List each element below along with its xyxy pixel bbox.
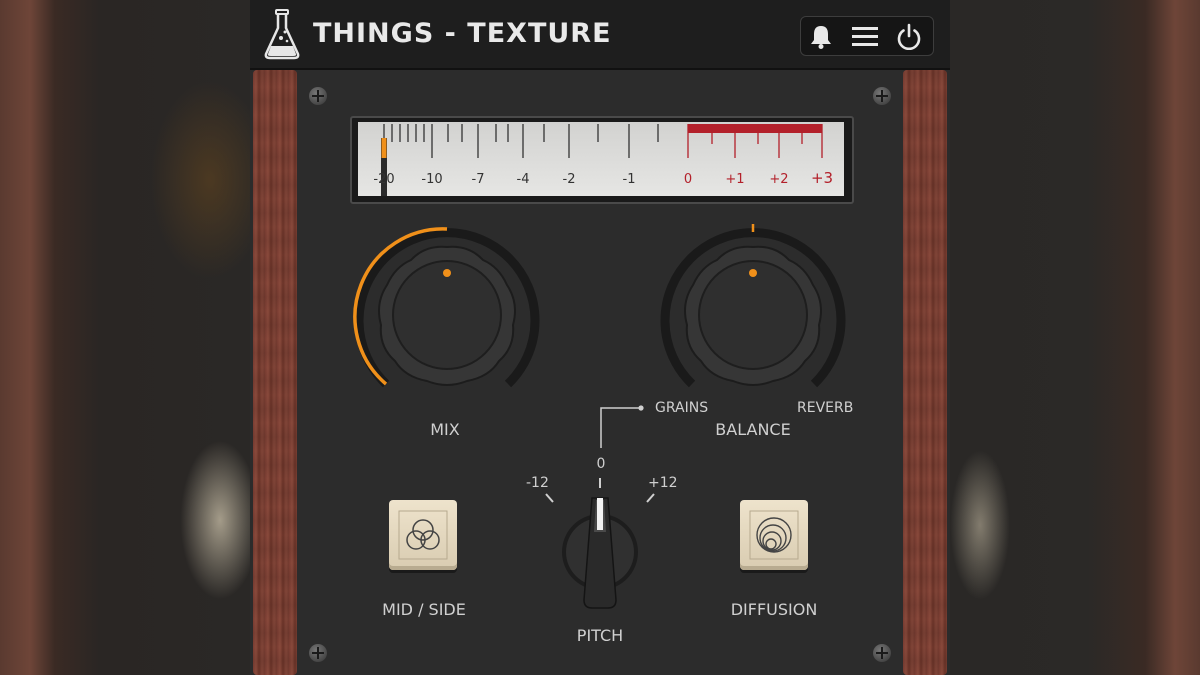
pitch-grains-connector — [600, 405, 644, 448]
meter-label: -4 — [517, 172, 530, 187]
diffusion-label: DIFFUSION — [730, 600, 818, 619]
mid-side-icon — [398, 510, 448, 560]
plugin-header: THINGS - TEXTURE — [250, 0, 950, 70]
mid-side-label: MID / SIDE — [382, 600, 466, 619]
balance-knob[interactable] — [648, 214, 858, 404]
screw-icon — [309, 87, 327, 105]
balance-reverb-label: REVERB — [797, 400, 854, 416]
bell-icon[interactable] — [806, 22, 836, 50]
wood-side-panel-left — [253, 70, 297, 675]
balance-grains-label: GRAINS — [655, 400, 709, 416]
screw-icon — [309, 644, 327, 662]
background-glow — [950, 450, 1010, 600]
header-button-group — [800, 16, 934, 56]
diffusion-button[interactable] — [740, 500, 808, 570]
meter-label: -2 — [563, 172, 576, 187]
plugin-title: THINGS - TEXTURE — [313, 18, 612, 49]
background-glow — [180, 440, 260, 600]
screw-icon — [873, 644, 891, 662]
meter-label: -7 — [472, 172, 485, 187]
meter-label: -1 — [623, 172, 636, 187]
screw-icon — [873, 87, 891, 105]
wood-side-panel-right — [903, 70, 947, 675]
vu-meter: -20 -10 -7 -4 -2 -1 0 +1 +2 +3 — [350, 116, 854, 204]
meter-label: -20 — [373, 172, 394, 187]
mix-label: MIX — [430, 420, 460, 439]
meter-label: +3 — [811, 169, 833, 187]
diffusion-icon — [749, 510, 799, 560]
plugin-window: THINGS - TEXTURE -20 -10 -7 -4 -2 -1 0 +… — [250, 0, 950, 675]
pitch-label: PITCH — [576, 626, 624, 645]
meter-label: 0 — [684, 172, 692, 187]
balance-label: BALANCE — [715, 420, 791, 439]
mid-side-button[interactable] — [389, 500, 457, 570]
meter-label: +2 — [769, 172, 788, 187]
meter-label: -10 — [421, 172, 442, 187]
menu-icon[interactable] — [850, 22, 880, 50]
flask-logo-icon — [264, 9, 300, 60]
power-icon[interactable] — [894, 22, 924, 50]
pitch-switch[interactable] — [540, 470, 660, 620]
mix-knob[interactable] — [342, 214, 552, 404]
meter-label: +1 — [725, 172, 744, 187]
vu-meter-face: -20 -10 -7 -4 -2 -1 0 +1 +2 +3 — [358, 122, 844, 196]
